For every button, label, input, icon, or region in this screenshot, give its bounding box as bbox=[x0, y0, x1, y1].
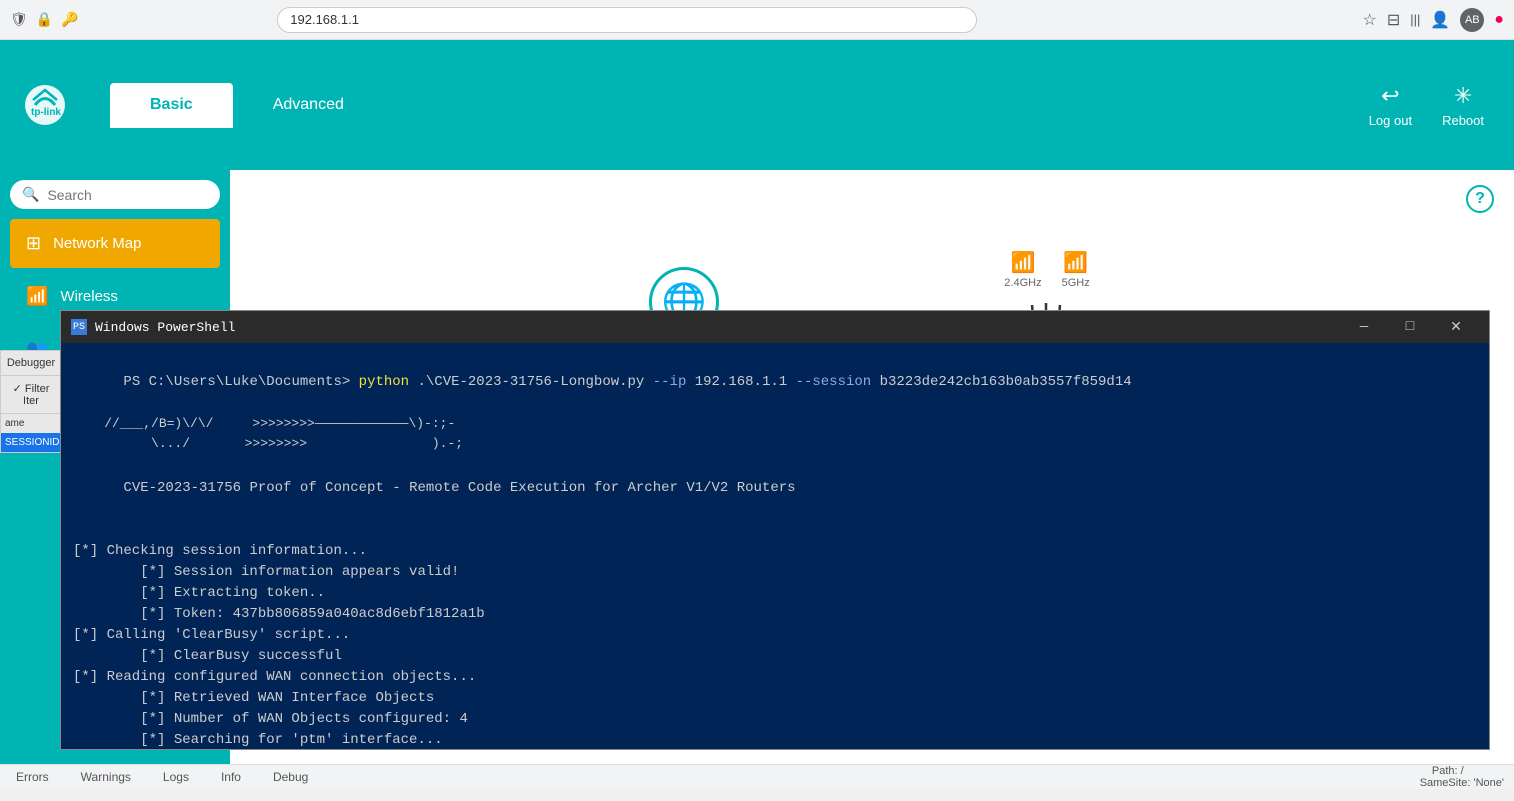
powershell-titlebar: PS Windows PowerShell — □ ✕ bbox=[61, 311, 1489, 343]
browser-chrome: 🛡 🔒 🔑 192.168.1.1 ☆ ⊟ ||| 👤 AB ● bbox=[0, 0, 1514, 40]
ps-cve-title: CVE-2023-31756 Proof of Concept - Remote… bbox=[73, 457, 1477, 520]
svg-text:tp-link: tp-link bbox=[31, 107, 61, 118]
ps-blank-1 bbox=[73, 520, 1477, 541]
ps-output-1: [*] Session information appears valid! bbox=[73, 562, 1477, 583]
close-button[interactable]: ✕ bbox=[1433, 311, 1479, 343]
ps-output-3: [*] Token: 437bb806859a040ac8d6ebf1812a1… bbox=[73, 604, 1477, 625]
minimize-button[interactable]: — bbox=[1341, 311, 1387, 343]
devtools-tab-debug[interactable]: Debug bbox=[267, 768, 314, 786]
browser-security-icons: 🛡 🔒 🔑 bbox=[10, 11, 79, 28]
tab-basic[interactable]: Basic bbox=[110, 83, 233, 128]
tp-link-logo-svg: tp-link bbox=[20, 80, 70, 130]
reboot-button[interactable]: ✳ Reboot bbox=[1442, 83, 1484, 128]
devtools-tab-errors[interactable]: Errors bbox=[10, 768, 55, 786]
maximize-button[interactable]: □ bbox=[1387, 311, 1433, 343]
sessionid-field: SESSIONID bbox=[1, 433, 61, 452]
powershell-content[interactable]: PS C:\Users\Luke\Documents> python .\CVE… bbox=[61, 343, 1489, 749]
ps-output-5: [*] ClearBusy successful bbox=[73, 646, 1477, 667]
logout-button[interactable]: ↩ Log out bbox=[1369, 83, 1412, 128]
browser-right-icons: ☆ ⊟ ||| 👤 AB ● bbox=[1362, 8, 1503, 32]
wifi-5-icon: 📶 bbox=[1063, 250, 1088, 275]
key-icon: 🔑 bbox=[61, 11, 78, 28]
shield-icon: 🛡 bbox=[10, 11, 28, 28]
ps-output-4: [*] Calling 'ClearBusy' script... bbox=[73, 625, 1477, 646]
star-icon[interactable]: ☆ bbox=[1362, 10, 1376, 30]
help-icon[interactable]: ? bbox=[1466, 185, 1494, 213]
profile-icon[interactable]: 👤 bbox=[1430, 10, 1450, 30]
ps-ascii-art-2: \.../ >>>>>>>> ).-; bbox=[73, 434, 1477, 454]
ps-python-keyword: python bbox=[359, 374, 409, 390]
devtools-tab-info[interactable]: Info bbox=[215, 768, 247, 786]
ps-output-0: [*] Checking session information... bbox=[73, 541, 1477, 562]
powershell-icon: PS bbox=[71, 319, 87, 335]
bookmark-icon[interactable]: ⊟ bbox=[1387, 10, 1400, 30]
ps-session-param: --session bbox=[796, 374, 872, 390]
menu-icon[interactable]: ● bbox=[1494, 11, 1504, 29]
ps-output-6: [*] Reading configured WAN connection ob… bbox=[73, 667, 1477, 688]
tab-bar: Basic Advanced bbox=[110, 83, 1369, 128]
devtools-tab-logs[interactable]: Logs bbox=[157, 768, 195, 786]
wifi-24-icon: 📶 bbox=[1010, 250, 1035, 275]
address-bar[interactable]: 192.168.1.1 bbox=[277, 7, 977, 33]
ps-output-8: [*] Number of WAN Objects configured: 4 bbox=[73, 709, 1477, 730]
ps-command-line: PS C:\Users\Luke\Documents> python .\CVE… bbox=[73, 351, 1477, 414]
powershell-window: PS Windows PowerShell — □ ✕ PS C:\Users\… bbox=[60, 310, 1490, 750]
header-right-buttons: ↩ Log out ✳ Reboot bbox=[1369, 83, 1484, 128]
reboot-icon: ✳ bbox=[1454, 83, 1472, 109]
router-header: tp-link Basic Advanced ↩ Log out ✳ Reboo… bbox=[0, 40, 1514, 170]
wifi-band-24: 📶 2.4GHz bbox=[1004, 250, 1041, 289]
tab-advanced[interactable]: Advanced bbox=[233, 83, 384, 128]
lock-icon: 🔒 bbox=[36, 11, 53, 28]
search-icon: 🔍 bbox=[22, 186, 39, 203]
powershell-title: Windows PowerShell bbox=[95, 320, 1333, 335]
ps-output-2: [*] Extracting token.. bbox=[73, 583, 1477, 604]
ps-ascii-art-1: //___,/B=)\/\/ >>>>>>>>————————————\)-:;… bbox=[73, 414, 1477, 434]
devtools-bar: Errors Warnings Logs Info Debug Path: / … bbox=[0, 764, 1514, 789]
ps-prompt: PS C:\Users\Luke\Documents> bbox=[123, 374, 358, 390]
search-box[interactable]: 🔍 bbox=[10, 180, 220, 209]
search-input[interactable] bbox=[47, 187, 208, 203]
sidebar-item-network-map[interactable]: ⊞ Network Map bbox=[10, 219, 220, 268]
extension-icon[interactable]: AB bbox=[1460, 8, 1484, 32]
ps-output-7: [*] Retrieved WAN Interface Objects bbox=[73, 688, 1477, 709]
devtools-tab-warnings[interactable]: Warnings bbox=[75, 768, 137, 786]
debugger-button[interactable]: Debugger bbox=[1, 351, 61, 376]
name-field: ame bbox=[1, 414, 61, 433]
history-icon[interactable]: ||| bbox=[1410, 12, 1420, 27]
tp-link-logo: tp-link bbox=[20, 80, 70, 130]
wifi-band-5: 📶 5GHz bbox=[1062, 250, 1090, 289]
ps-ip-param: --ip bbox=[653, 374, 687, 390]
filter-items-button[interactable]: ✓ Filter Iter bbox=[1, 376, 61, 414]
network-map-icon: ⊞ bbox=[26, 233, 41, 254]
window-controls: — □ ✕ bbox=[1341, 311, 1479, 343]
ps-script-path: .\CVE-2023-31756-Longbow.py bbox=[409, 374, 653, 390]
wireless-icon: 📶 bbox=[26, 286, 48, 307]
address-text: 192.168.1.1 bbox=[290, 12, 359, 27]
debug-sidebar: Debugger ✓ Filter Iter ame SESSIONID bbox=[0, 350, 62, 453]
wifi-bands: 📶 2.4GHz 📶 5GHz bbox=[1004, 250, 1089, 289]
logout-icon: ↩ bbox=[1381, 83, 1399, 109]
ps-output-9: [*] Searching for 'ptm' interface... bbox=[73, 730, 1477, 749]
